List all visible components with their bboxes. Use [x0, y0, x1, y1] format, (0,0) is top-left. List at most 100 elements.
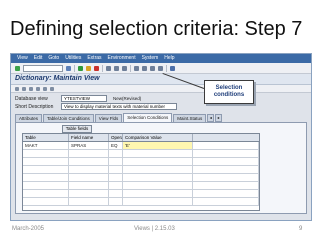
cell-empty[interactable] [193, 174, 259, 181]
cell-empty[interactable] [193, 198, 259, 205]
cell-empty[interactable] [193, 166, 259, 173]
table-row [23, 182, 259, 190]
cell-empty[interactable] [193, 182, 259, 189]
database-view-label: Database view [15, 95, 48, 102]
cell-empty[interactable] [123, 190, 193, 197]
cell-table[interactable]: MAKT [23, 142, 69, 149]
tab-scroll-right-icon[interactable]: ▸ [215, 114, 223, 122]
cell-empty[interactable] [109, 158, 123, 165]
object-list-icon[interactable] [43, 86, 47, 91]
check-icon[interactable] [22, 86, 26, 91]
cell-empty[interactable] [193, 158, 259, 165]
cell-empty[interactable] [23, 198, 69, 205]
menu-item-utilities[interactable]: Utilities [65, 54, 81, 63]
short-description-label: Short Description [15, 103, 54, 110]
command-field[interactable] [23, 64, 63, 72]
menu-item-help[interactable]: Help [164, 54, 174, 63]
sap-menubar: View Edit Goto Utilities Extras Environm… [11, 54, 311, 63]
application-toolbar [11, 85, 311, 93]
cell-empty[interactable] [109, 174, 123, 181]
cell-empty[interactable] [109, 150, 123, 157]
cell-empty[interactable] [69, 158, 109, 165]
tab-maint-status[interactable]: Maint.Status [173, 114, 207, 122]
menu-item-system[interactable]: System [142, 54, 159, 63]
cell-empty[interactable] [69, 198, 109, 205]
cell-empty[interactable] [123, 198, 193, 205]
cell-empty[interactable] [69, 182, 109, 189]
menu-item-extras[interactable]: Extras [87, 54, 101, 63]
column-header-field-name[interactable]: Field name [69, 134, 109, 141]
cell-empty[interactable] [193, 190, 259, 197]
cell-empty[interactable] [23, 150, 69, 157]
cell-empty[interactable] [109, 182, 123, 189]
menu-item-view[interactable]: View [17, 54, 28, 63]
save-icon[interactable] [66, 65, 71, 71]
menu-item-edit[interactable]: Edit [34, 54, 43, 63]
toolbar-divider [166, 64, 167, 72]
tab-view-flds[interactable]: View Flds [94, 114, 123, 122]
navigation-icon[interactable] [50, 86, 54, 91]
sap-standard-toolbar [11, 63, 311, 74]
screen-title: Dictionary: Maintain View [11, 74, 311, 85]
previous-page-icon[interactable] [142, 65, 147, 71]
tab-strip: Attributes Table/Join Conditions View Fl… [15, 113, 311, 122]
activate-icon[interactable] [29, 86, 33, 91]
cell-empty[interactable] [123, 174, 193, 181]
cell-operator[interactable]: EQ [109, 142, 123, 149]
where-used-icon[interactable] [36, 86, 40, 91]
enter-icon[interactable] [15, 65, 20, 71]
cell-empty[interactable] [123, 150, 193, 157]
cell-and-or[interactable] [193, 142, 259, 149]
header-fields: Database view YTESTVIEW New(Revised) Sho… [11, 93, 311, 112]
find-icon[interactable] [114, 65, 119, 71]
print-icon[interactable] [106, 65, 111, 71]
cell-empty[interactable] [23, 190, 69, 197]
column-header-table[interactable]: Table [23, 134, 69, 141]
tab-scroll-left-icon[interactable]: ◂ [207, 114, 215, 122]
cell-empty[interactable] [23, 182, 69, 189]
next-page-icon[interactable] [150, 65, 155, 71]
footer-section: Views | 2.15.03 [134, 226, 175, 232]
tab-selection-conditions[interactable]: Selection Conditions [123, 113, 173, 122]
cancel-icon[interactable] [94, 65, 99, 71]
last-page-icon[interactable] [158, 65, 163, 71]
column-header-and-or[interactable] [193, 134, 259, 141]
cell-empty[interactable] [69, 150, 109, 157]
table-fields-button[interactable]: Table fields [62, 125, 92, 133]
database-view-row: Database view YTESTVIEW New(Revised) [15, 95, 307, 102]
exit-icon[interactable] [86, 65, 91, 71]
database-view-field[interactable]: YTESTVIEW [61, 95, 107, 102]
back-icon[interactable] [78, 65, 83, 71]
cell-empty[interactable] [23, 166, 69, 173]
display-change-icon[interactable] [15, 86, 19, 91]
footer-date: March-2005 [12, 226, 45, 232]
cell-empty[interactable] [123, 182, 193, 189]
column-header-comparison-value[interactable]: Comparison Value [123, 134, 193, 141]
cell-empty[interactable] [109, 166, 123, 173]
cell-empty[interactable] [69, 166, 109, 173]
cell-empty[interactable] [193, 150, 259, 157]
cell-field-name[interactable]: SPRAS [69, 142, 109, 149]
cell-empty[interactable] [109, 190, 123, 197]
table-row [23, 150, 259, 158]
table-row [23, 174, 259, 182]
help-icon[interactable] [170, 65, 175, 71]
toolbar-divider [130, 64, 131, 72]
cell-empty[interactable] [23, 158, 69, 165]
cell-empty[interactable] [123, 158, 193, 165]
cell-empty[interactable] [123, 166, 193, 173]
column-header-operator[interactable]: Operator [109, 134, 123, 141]
menu-item-goto[interactable]: Goto [48, 54, 59, 63]
tab-table-join-conditions[interactable]: Table/Join Conditions [43, 114, 94, 122]
cell-empty[interactable] [23, 174, 69, 181]
find-next-icon[interactable] [122, 65, 127, 71]
short-description-field[interactable]: View to display material texts with mate… [61, 103, 177, 110]
first-page-icon[interactable] [134, 65, 139, 71]
cell-empty[interactable] [69, 190, 109, 197]
cell-empty[interactable] [69, 174, 109, 181]
menu-item-environment[interactable]: Environment [108, 54, 136, 63]
table-row [23, 158, 259, 166]
cell-comparison-value[interactable]: 'E' [123, 142, 193, 149]
cell-empty[interactable] [109, 198, 123, 205]
tab-attributes[interactable]: Attributes [15, 114, 43, 122]
